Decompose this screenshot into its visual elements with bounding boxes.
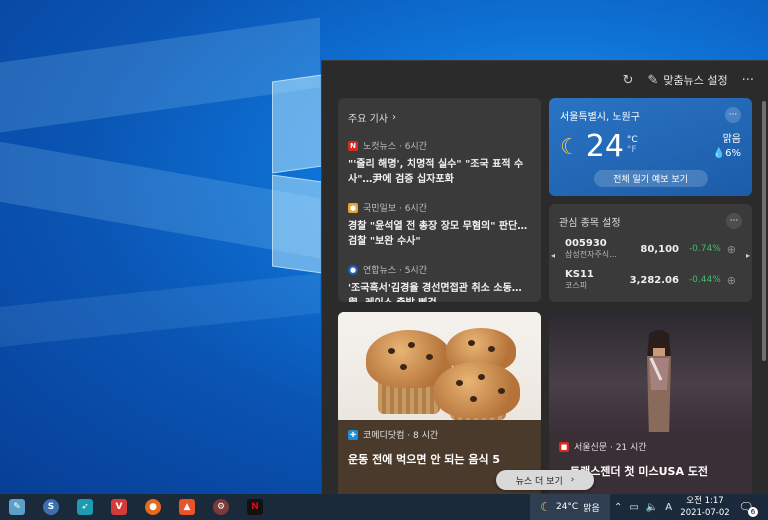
notification-count: 6	[748, 507, 758, 517]
volume-icon[interactable]: 🔈	[646, 502, 658, 513]
news-headline: 경찰 "윤석열 전 총장 장모 무혐의" 판단… 검찰 "보완 수사"	[348, 221, 528, 247]
stock-company: 코스피	[565, 281, 588, 290]
personalize-label: 맞춤뉴스 설정	[663, 74, 728, 87]
light-beam	[0, 273, 320, 347]
crescent-moon-icon: ☾	[540, 500, 551, 514]
taskbar-app[interactable]: ●	[136, 494, 170, 520]
taskbar-app[interactable]: ✎	[0, 494, 34, 520]
top-stories-card: 주요 기사 › N 노컷뉴스 · 6시간 "'줄리 해명', 치명적 실수" "…	[338, 98, 541, 302]
weather-temperature: 24	[585, 129, 624, 164]
news-headline: '조국흑서'김경율 경선면접관 취소 소동…與, 레이스 출발 삐걱	[348, 283, 522, 302]
taskbar-app[interactable]: ▲	[170, 494, 204, 520]
arrow-left-icon[interactable]: ◂	[551, 251, 555, 260]
unit-celsius: °C	[626, 135, 638, 145]
news-item[interactable]: ● 연합뉴스 · 5시간 '조국흑서'김경율 경선면접관 취소 소동…與, 레이…	[348, 263, 531, 302]
crescent-moon-icon: ☾	[560, 134, 580, 160]
weather-condition: 맑음	[722, 134, 741, 145]
story-card[interactable]: ✚ 코메디닷컴 · 8 시간 운동 전에 먹으면 안 되는 음식 5	[338, 312, 541, 494]
weather-location: 서울특별시, 노원구	[560, 111, 640, 123]
news-source: 연합뉴스 · 5시간	[363, 266, 427, 276]
taskbar-app[interactable]: ➶	[68, 494, 102, 520]
yonhap-logo-icon: ●	[348, 264, 358, 275]
stock-row[interactable]: 005930 삼성전자주식... 80,100 -0.74% ⊕	[559, 238, 742, 260]
more-news-button[interactable]: 뉴스 더 보기 ›	[496, 470, 594, 490]
taskbar-clock[interactable]: 오전 1:17 2021-07-02	[678, 495, 732, 519]
netflix-app-icon: N	[247, 499, 263, 515]
chevron-right-icon: ›	[391, 112, 396, 123]
stock-symbol: 005930	[565, 238, 607, 249]
raindrop-icon: 💧	[712, 148, 726, 159]
taskbar-app[interactable]: S	[34, 494, 68, 520]
settings-app-icon: ⚙	[213, 499, 229, 515]
temperature-units[interactable]: °C °F	[627, 135, 638, 155]
weather-card[interactable]: 서울특별시, 노원구 ··· ☾ 24 °C °F 맑음 💧6% 전체 일기 예…	[549, 98, 752, 196]
more-icon[interactable]: ···	[742, 73, 754, 88]
add-stock-icon[interactable]: ⊕	[727, 243, 736, 256]
stock-symbol: KS11	[565, 269, 594, 280]
top-stories-header[interactable]: 주요 기사 ›	[348, 110, 531, 125]
notification-center-button[interactable]: 🗨 6	[736, 497, 758, 517]
browser-s-app-icon: S	[43, 499, 59, 515]
pencil-icon: ✎	[647, 72, 659, 88]
weather-condition-block: 맑음 💧6%	[713, 133, 741, 161]
nocut-logo-icon: N	[348, 140, 358, 151]
ime-indicator[interactable]: A	[665, 502, 672, 513]
stock-price: 80,100	[640, 243, 679, 255]
notepad-app-icon: ✎	[9, 499, 25, 515]
brave-app-icon: ▲	[179, 499, 195, 515]
weather-more-icon[interactable]: ···	[725, 107, 741, 123]
kormedi-logo-icon: ✚	[348, 429, 358, 440]
taskbar-app[interactable]: ⚙	[204, 494, 238, 520]
kmib-logo-icon: ●	[348, 202, 358, 213]
taskbar: ✎ S ➶ V ● ▲ ⚙ N ☾ 24°C 맑음 ⌃ ▭ 🔈 A 오전 1:1…	[0, 494, 768, 520]
news-source: 국민일보 · 6시간	[363, 204, 427, 214]
personalize-button[interactable]: ✎ 맞춤뉴스 설정	[647, 72, 727, 88]
story-card[interactable]: ■ 서울신문 · 21 시간 …트랜스젠더 첫 미스USA 도전	[549, 312, 752, 494]
system-tray: ⌃ ▭ 🔈 A	[614, 494, 672, 520]
stock-row[interactable]: KS11 코스피 3,282.06 -0.44% ⊕	[559, 269, 742, 291]
stock-company: 삼성전자주식...	[565, 250, 617, 259]
watchlist-card: 관심 종목 설정 ··· ◂ ▸ 005930 삼성전자주식... 80,100…	[549, 204, 752, 302]
weather-precip: 6%	[725, 148, 741, 159]
add-stock-icon[interactable]: ⊕	[727, 274, 736, 287]
network-icon[interactable]: ▭	[629, 502, 638, 513]
more-news-label: 뉴스 더 보기	[515, 476, 563, 487]
taskbar-weather-cond: 맑음	[583, 503, 600, 514]
bird-app-icon: ➶	[77, 499, 93, 515]
panel-header: ↻ ✎ 맞춤뉴스 설정 ···	[322, 61, 768, 99]
unit-fahrenheit: °F	[626, 145, 637, 155]
stock-price: 3,282.06	[629, 274, 679, 286]
stock-change: -0.74%	[688, 244, 721, 254]
firefox-app-icon: ●	[145, 499, 161, 515]
story-source: 서울신문 · 21 시간	[574, 443, 647, 453]
news-source: 노컷뉴스 · 6시간	[363, 142, 427, 152]
news-item[interactable]: N 노컷뉴스 · 6시간 "'줄리 해명', 치명적 실수" "조국 표적 수사…	[348, 139, 531, 187]
chevron-up-icon[interactable]: ⌃	[614, 502, 622, 513]
news-interests-panel: ↻ ✎ 맞춤뉴스 설정 ··· 주요 기사 › N 노컷뉴스 · 6시간 "'줄…	[321, 60, 768, 494]
news-headline: "'줄리 해명', 치명적 실수" "조국 표적 수사"…尹에 검증 십자포화	[348, 159, 524, 185]
chevron-right-icon: ›	[570, 475, 575, 485]
full-forecast-button[interactable]: 전체 일기 예보 보기	[593, 170, 708, 187]
story-title: 운동 전에 먹으면 안 되는 음식 5	[348, 453, 501, 466]
top-stories-title: 주요 기사	[348, 114, 388, 125]
stock-change: -0.44%	[688, 275, 721, 285]
seoul-shinmun-logo-icon: ■	[559, 441, 569, 452]
news-item[interactable]: ● 국민일보 · 6시간 경찰 "윤석열 전 총장 장모 무혐의" 판단… 검찰…	[348, 201, 531, 249]
watchlist-title[interactable]: 관심 종목 설정	[559, 214, 621, 229]
taskbar-app[interactable]: V	[102, 494, 136, 520]
person-figure	[647, 330, 671, 432]
arrow-right-icon[interactable]: ▸	[746, 251, 750, 260]
pageant-image	[549, 312, 752, 432]
watchlist-more-icon[interactable]: ···	[726, 213, 742, 229]
clock-time: 오전 1:17	[686, 496, 724, 506]
taskbar-app[interactable]: N	[238, 494, 272, 520]
panel-scrollbar[interactable]	[762, 101, 766, 361]
taskbar-weather-button[interactable]: ☾ 24°C 맑음	[530, 494, 610, 520]
muffin-image	[338, 312, 541, 420]
taskbar-weather-temp: 24°C	[555, 502, 579, 512]
clock-date: 2021-07-02	[680, 508, 730, 518]
vivaldi-app-icon: V	[111, 499, 127, 515]
story-source: 코메디닷컴 · 8 시간	[363, 431, 439, 441]
refresh-icon[interactable]: ↻	[623, 73, 634, 88]
